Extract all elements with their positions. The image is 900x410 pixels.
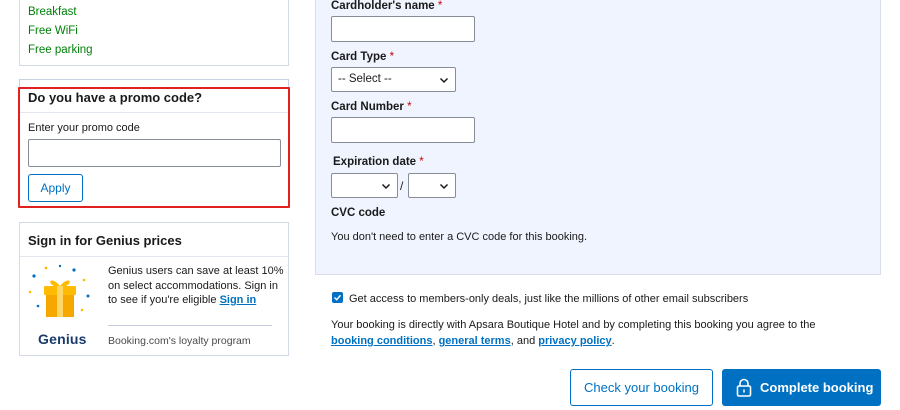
promo-code-input[interactable] bbox=[28, 139, 281, 167]
expiration-separator: / bbox=[400, 179, 404, 193]
deals-checkbox[interactable] bbox=[332, 292, 343, 303]
genius-sign-in-link[interactable]: Sign in bbox=[220, 294, 257, 306]
cardholder-label-text: Cardholder's name bbox=[331, 0, 435, 12]
chevron-down-icon bbox=[439, 183, 449, 190]
cardholder-name-input[interactable] bbox=[331, 16, 475, 42]
terms-comma: , bbox=[432, 335, 436, 347]
checkmark-icon bbox=[333, 294, 342, 301]
terms-period: . bbox=[611, 335, 615, 347]
chevron-down-icon bbox=[381, 183, 391, 190]
gift-icon bbox=[24, 262, 96, 324]
cardholder-label: Cardholder's name * bbox=[331, 0, 442, 12]
apply-promo-button[interactable]: Apply bbox=[28, 174, 83, 202]
genius-description-text: Genius users can save at least 10% on se… bbox=[108, 265, 284, 306]
card-type-select[interactable]: -- Select -- bbox=[331, 67, 456, 92]
booking-conditions-link[interactable]: booking conditions bbox=[331, 335, 432, 347]
card-number-label: Card Number * bbox=[331, 101, 412, 113]
expiration-label: Expiration date * bbox=[333, 156, 424, 168]
cvc-label: CVC code bbox=[331, 207, 386, 219]
card-type-label-text: Card Type bbox=[331, 51, 387, 63]
complete-booking-button[interactable]: Complete booking bbox=[722, 369, 881, 406]
genius-title: Sign in for Genius prices bbox=[28, 233, 182, 248]
cvc-note: You don't need to enter a CVC code for t… bbox=[331, 231, 588, 243]
expiration-year-select[interactable] bbox=[408, 173, 456, 198]
card-type-selected-value: -- Select -- bbox=[338, 73, 392, 85]
general-terms-link[interactable]: general terms bbox=[439, 335, 511, 347]
complete-booking-label: Complete booking bbox=[760, 380, 874, 395]
lock-icon bbox=[736, 378, 752, 397]
required-mark: * bbox=[389, 51, 395, 63]
required-mark: * bbox=[437, 0, 443, 12]
deals-text: Get access to members-only deals, just l… bbox=[349, 293, 749, 305]
privacy-policy-link[interactable]: privacy policy bbox=[538, 335, 611, 347]
required-mark: * bbox=[407, 101, 412, 113]
genius-logo: Genius bbox=[38, 331, 87, 347]
terms-prefix: Your booking is directly with Apsara Bou… bbox=[331, 319, 816, 331]
card-number-input[interactable] bbox=[331, 117, 475, 143]
card-type-label: Card Type * bbox=[331, 51, 394, 63]
genius-divider bbox=[20, 256, 288, 257]
check-booking-button[interactable]: Check your booking bbox=[570, 369, 713, 406]
required-mark: * bbox=[419, 156, 424, 168]
booking-terms: Your booking is directly with Apsara Bou… bbox=[331, 317, 851, 349]
genius-separator bbox=[108, 325, 272, 326]
chevron-down-icon bbox=[439, 77, 449, 84]
promo-title: Do you have a promo code? bbox=[28, 90, 203, 105]
genius-description: Genius users can save at least 10% on se… bbox=[108, 264, 286, 308]
expiration-label-text: Expiration date bbox=[333, 156, 417, 168]
expiration-month-select[interactable] bbox=[331, 173, 398, 198]
terms-and: , and bbox=[510, 335, 536, 347]
genius-program-text: Booking.com's loyalty program bbox=[108, 335, 251, 347]
card-number-label-text: Card Number bbox=[331, 101, 404, 113]
amenity-parking: Free parking bbox=[28, 44, 93, 56]
amenity-wifi: Free WiFi bbox=[28, 25, 78, 37]
amenity-breakfast: Breakfast bbox=[28, 6, 77, 18]
promo-label: Enter your promo code bbox=[28, 122, 140, 134]
promo-divider bbox=[20, 112, 288, 113]
